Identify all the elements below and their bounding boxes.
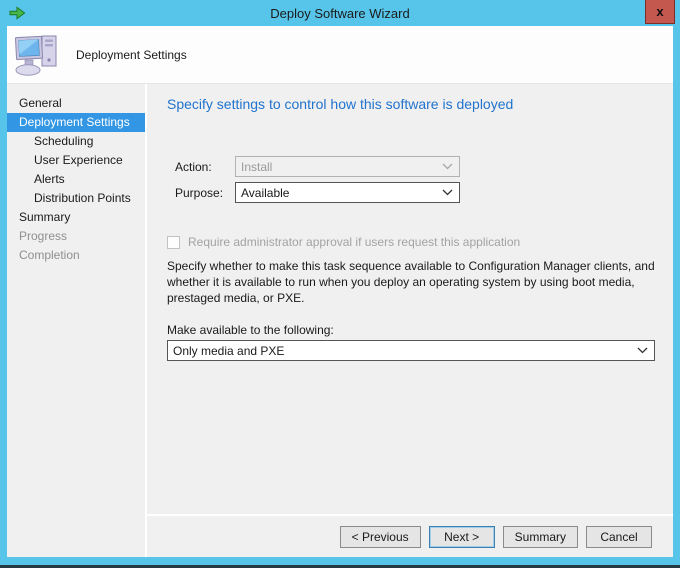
chevron-down-icon — [442, 189, 453, 196]
action-row: Action: Install — [175, 156, 655, 177]
make-available-dropdown[interactable]: Only media and PXE — [167, 340, 655, 361]
close-button[interactable]: x — [645, 0, 675, 24]
computer-icon — [14, 32, 62, 78]
action-purpose-form: Action: Install Purpose: Avail — [175, 156, 655, 203]
chevron-down-icon — [637, 347, 648, 354]
purpose-label: Purpose: — [175, 186, 235, 200]
page-heading: Specify settings to control how this sof… — [167, 96, 655, 112]
wizard-sidebar: General Deployment Settings Scheduling U… — [7, 84, 145, 557]
main-panel: Specify settings to control how this sof… — [147, 84, 673, 557]
task-sequence-description: Specify whether to make this task sequen… — [167, 258, 655, 306]
app-arrow-icon — [9, 6, 26, 20]
sidebar-item-scheduling[interactable]: Scheduling — [7, 132, 145, 151]
summary-button[interactable]: Summary — [503, 526, 578, 548]
action-value: Install — [241, 160, 272, 174]
window-title: Deploy Software Wizard — [0, 6, 680, 21]
cancel-button[interactable]: Cancel — [586, 526, 652, 548]
sidebar-item-alerts[interactable]: Alerts — [7, 170, 145, 189]
next-button[interactable]: Next > — [429, 526, 495, 548]
banner: Deployment Settings — [7, 26, 673, 84]
sidebar-item-deployment-settings[interactable]: Deployment Settings — [7, 113, 145, 132]
make-available-value: Only media and PXE — [173, 344, 284, 358]
sidebar-item-user-experience[interactable]: User Experience — [7, 151, 145, 170]
approval-checkbox — [167, 236, 180, 249]
previous-button[interactable]: < Previous — [340, 526, 421, 548]
sidebar-item-completion: Completion — [7, 246, 145, 265]
body: General Deployment Settings Scheduling U… — [7, 84, 673, 557]
approval-checkbox-label: Require administrator approval if users … — [188, 235, 520, 249]
wizard-footer: < Previous Next > Summary Cancel — [147, 514, 673, 557]
purpose-row: Purpose: Available — [175, 182, 655, 203]
dialog-frame: Deployment Settings General Deployment S… — [7, 26, 673, 557]
sidebar-item-general[interactable]: General — [7, 94, 145, 113]
purpose-dropdown[interactable]: Available — [235, 182, 460, 203]
approval-checkbox-row: Require administrator approval if users … — [167, 235, 655, 249]
action-label: Action: — [175, 160, 235, 174]
page-title: Deployment Settings — [76, 48, 187, 62]
make-available-label: Make available to the following: — [167, 323, 655, 337]
chevron-down-icon — [442, 163, 453, 170]
deploy-software-wizard-window: Deploy Software Wizard x — [0, 0, 680, 568]
titlebar: Deploy Software Wizard x — [0, 0, 680, 26]
sidebar-item-progress: Progress — [7, 227, 145, 246]
sidebar-item-distribution-points[interactable]: Distribution Points — [7, 189, 145, 208]
action-dropdown: Install — [235, 156, 460, 177]
purpose-value: Available — [241, 186, 289, 200]
sidebar-item-summary[interactable]: Summary — [7, 208, 145, 227]
